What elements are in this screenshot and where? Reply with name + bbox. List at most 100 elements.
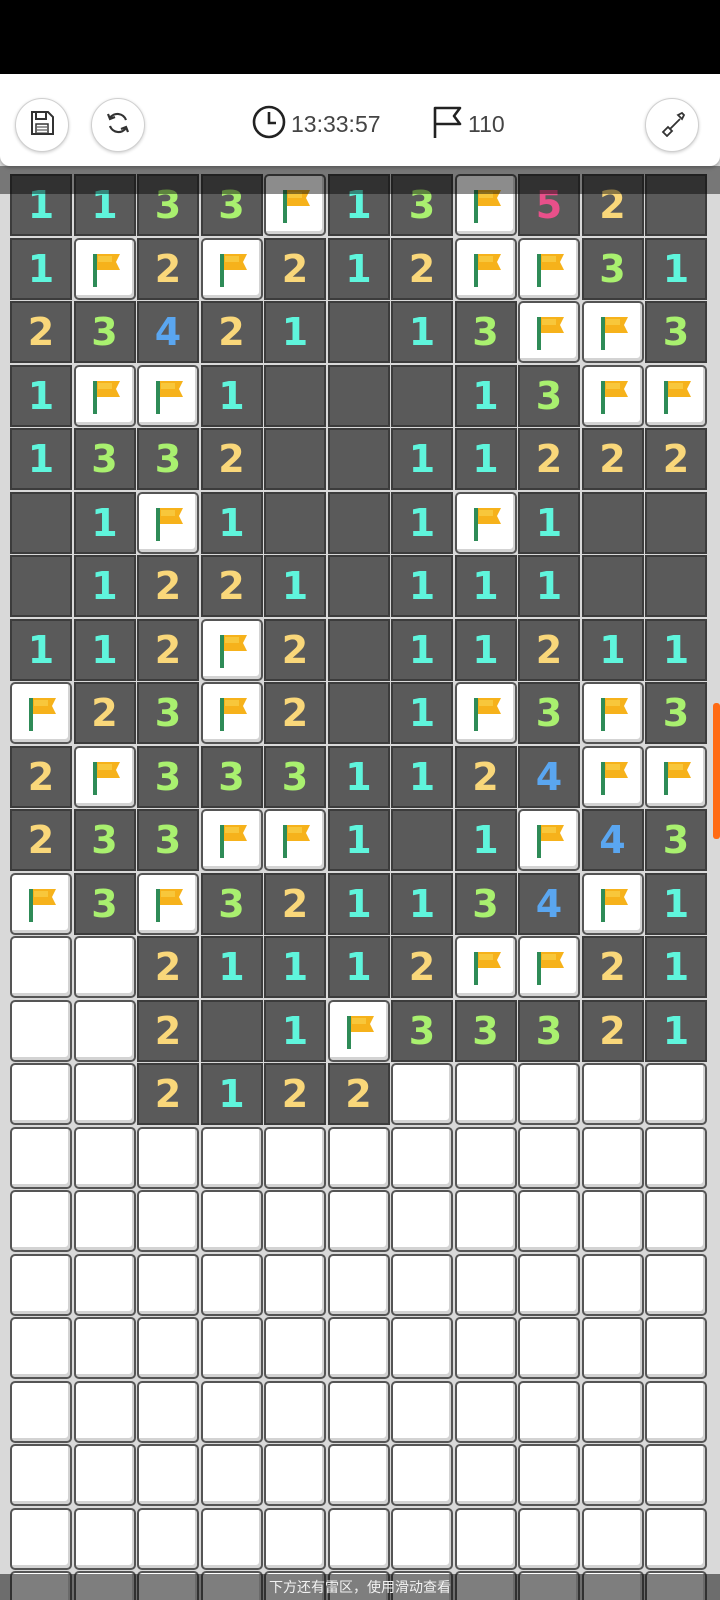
covered-cell[interactable] bbox=[137, 1444, 199, 1506]
number-cell[interactable]: 1 bbox=[73, 618, 136, 681]
covered-cell[interactable] bbox=[645, 1253, 707, 1316]
covered-cell[interactable] bbox=[73, 1317, 136, 1379]
covered-cell[interactable] bbox=[518, 1507, 580, 1570]
number-cell[interactable]: 2 bbox=[200, 301, 263, 363]
covered-cell[interactable] bbox=[73, 1253, 136, 1316]
covered-cell[interactable] bbox=[137, 1253, 199, 1316]
number-cell[interactable]: 1 bbox=[391, 682, 453, 744]
number-cell[interactable]: 2 bbox=[391, 936, 453, 998]
number-cell[interactable]: 1 bbox=[391, 745, 453, 808]
covered-cell[interactable] bbox=[327, 1444, 390, 1506]
covered-cell[interactable] bbox=[581, 1317, 644, 1379]
empty-cell[interactable] bbox=[327, 555, 390, 617]
flagged-cell[interactable] bbox=[327, 999, 390, 1062]
number-cell[interactable]: 3 bbox=[645, 809, 707, 871]
covered-cell[interactable] bbox=[581, 1444, 644, 1506]
covered-cell[interactable] bbox=[73, 1507, 136, 1570]
save-button[interactable] bbox=[15, 98, 69, 152]
covered-cell[interactable] bbox=[454, 1190, 517, 1252]
number-cell[interactable]: 3 bbox=[137, 745, 199, 808]
empty-cell[interactable] bbox=[200, 999, 263, 1062]
number-cell[interactable]: 1 bbox=[73, 491, 136, 554]
number-cell[interactable]: 2 bbox=[200, 555, 263, 617]
number-cell[interactable]: 1 bbox=[518, 491, 580, 554]
flagged-cell[interactable] bbox=[454, 936, 517, 998]
covered-cell[interactable] bbox=[518, 1444, 580, 1506]
flagged-cell[interactable] bbox=[645, 745, 707, 808]
flagged-cell[interactable] bbox=[200, 237, 263, 300]
empty-cell[interactable] bbox=[391, 364, 453, 427]
covered-cell[interactable] bbox=[391, 1317, 453, 1379]
flagged-cell[interactable] bbox=[200, 809, 263, 871]
flagged-cell[interactable] bbox=[518, 936, 580, 998]
number-cell[interactable]: 1 bbox=[327, 809, 390, 871]
covered-cell[interactable] bbox=[581, 1063, 644, 1125]
number-cell[interactable]: 1 bbox=[454, 618, 517, 681]
number-cell[interactable]: 1 bbox=[645, 936, 707, 998]
covered-cell[interactable] bbox=[73, 1063, 136, 1125]
number-cell[interactable]: 3 bbox=[391, 999, 453, 1062]
covered-cell[interactable] bbox=[454, 1444, 517, 1506]
number-cell[interactable]: 1 bbox=[10, 364, 72, 427]
number-cell[interactable]: 2 bbox=[137, 237, 199, 300]
number-cell[interactable]: 1 bbox=[10, 428, 72, 490]
covered-cell[interactable] bbox=[454, 1253, 517, 1316]
number-cell[interactable]: 2 bbox=[10, 301, 72, 363]
covered-cell[interactable] bbox=[73, 1380, 136, 1443]
covered-cell[interactable] bbox=[581, 1507, 644, 1570]
covered-cell[interactable] bbox=[264, 1444, 326, 1506]
number-cell[interactable]: 2 bbox=[581, 999, 644, 1062]
covered-cell[interactable] bbox=[391, 1253, 453, 1316]
number-cell[interactable]: 2 bbox=[264, 237, 326, 300]
flagged-cell[interactable] bbox=[10, 682, 72, 744]
empty-cell[interactable] bbox=[645, 555, 707, 617]
covered-cell[interactable] bbox=[327, 1126, 390, 1189]
number-cell[interactable]: 3 bbox=[645, 682, 707, 744]
covered-cell[interactable] bbox=[200, 1507, 263, 1570]
number-cell[interactable]: 3 bbox=[137, 682, 199, 744]
number-cell[interactable]: 2 bbox=[454, 745, 517, 808]
covered-cell[interactable] bbox=[645, 1507, 707, 1570]
covered-cell[interactable] bbox=[454, 1126, 517, 1189]
covered-cell[interactable] bbox=[454, 1317, 517, 1379]
covered-cell[interactable] bbox=[200, 1444, 263, 1506]
flagged-cell[interactable] bbox=[454, 491, 517, 554]
number-cell[interactable]: 1 bbox=[391, 301, 453, 363]
covered-cell[interactable] bbox=[73, 1126, 136, 1189]
covered-cell[interactable] bbox=[645, 1190, 707, 1252]
covered-cell[interactable] bbox=[200, 1317, 263, 1379]
flagged-cell[interactable] bbox=[454, 237, 517, 300]
covered-cell[interactable] bbox=[10, 999, 72, 1062]
number-cell[interactable]: 3 bbox=[73, 872, 136, 935]
number-cell[interactable]: 1 bbox=[73, 555, 136, 617]
tool-button[interactable] bbox=[645, 98, 699, 152]
number-cell[interactable]: 1 bbox=[645, 618, 707, 681]
restart-button[interactable] bbox=[91, 98, 145, 152]
empty-cell[interactable] bbox=[645, 491, 707, 554]
number-cell[interactable]: 1 bbox=[264, 936, 326, 998]
minefield-viewport[interactable]: 1133135212212312342113311131332112221111… bbox=[8, 166, 712, 1600]
covered-cell[interactable] bbox=[454, 1380, 517, 1443]
number-cell[interactable]: 1 bbox=[454, 809, 517, 871]
covered-cell[interactable] bbox=[200, 1380, 263, 1443]
flagged-cell[interactable] bbox=[645, 364, 707, 427]
covered-cell[interactable] bbox=[200, 1126, 263, 1189]
empty-cell[interactable] bbox=[327, 301, 390, 363]
number-cell[interactable]: 2 bbox=[581, 936, 644, 998]
number-cell[interactable]: 1 bbox=[10, 618, 72, 681]
covered-cell[interactable] bbox=[10, 1317, 72, 1379]
number-cell[interactable]: 1 bbox=[327, 936, 390, 998]
number-cell[interactable]: 1 bbox=[518, 555, 580, 617]
flagged-cell[interactable] bbox=[10, 872, 72, 935]
empty-cell[interactable] bbox=[391, 809, 453, 871]
flagged-cell[interactable] bbox=[581, 872, 644, 935]
covered-cell[interactable] bbox=[327, 1507, 390, 1570]
number-cell[interactable]: 4 bbox=[137, 301, 199, 363]
covered-cell[interactable] bbox=[264, 1507, 326, 1570]
number-cell[interactable]: 1 bbox=[645, 999, 707, 1062]
number-cell[interactable]: 1 bbox=[581, 618, 644, 681]
number-cell[interactable]: 3 bbox=[645, 301, 707, 363]
number-cell[interactable]: 3 bbox=[454, 301, 517, 363]
covered-cell[interactable] bbox=[264, 1190, 326, 1252]
number-cell[interactable]: 3 bbox=[200, 872, 263, 935]
